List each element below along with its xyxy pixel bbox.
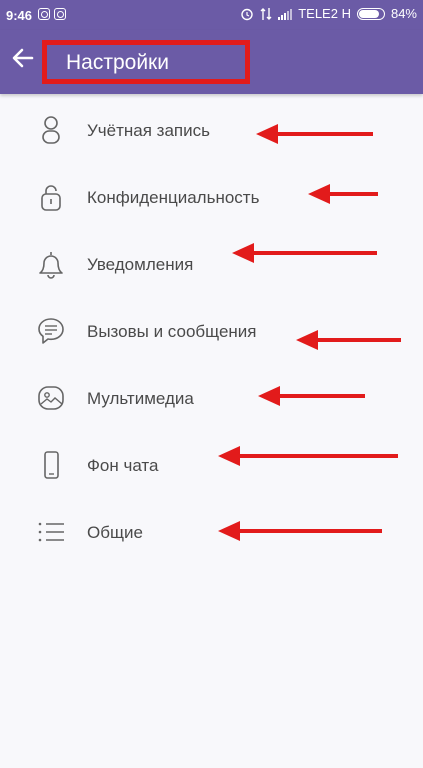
alarm-icon [241, 8, 253, 20]
account-icon [42, 116, 60, 144]
annotation-arrow-icon [218, 446, 398, 466]
arrow-left-icon [12, 48, 34, 68]
media-icon [38, 386, 64, 410]
phone-icon [44, 451, 59, 479]
settings-item-label: Общие [87, 523, 143, 542]
app-bar: Настройки [0, 30, 423, 94]
app-notification-icon [38, 8, 50, 20]
settings-item-label: Конфиденциальность [87, 188, 260, 207]
battery-percent: 84% [390, 6, 417, 21]
carrier-label: TELE2 H [298, 6, 351, 21]
app-notification-icon [54, 8, 66, 20]
settings-item-notifications[interactable]: Уведомления [0, 231, 423, 297]
bell-icon [39, 252, 63, 279]
annotation-arrow-icon [218, 521, 382, 541]
chat-bubble-icon [38, 318, 64, 344]
signal-icon [278, 8, 293, 20]
list-icon [38, 522, 64, 542]
settings-item-label: Вызовы и сообщения [87, 322, 257, 341]
data-arrows-icon [260, 7, 272, 20]
status-time: 9:46 [6, 8, 33, 23]
settings-item-label: Мультимедиа [87, 389, 194, 408]
status-bar: 9:46 TELE2 H 84% [0, 0, 423, 30]
annotation-arrow-icon [232, 243, 377, 263]
annotation-arrow-icon [296, 330, 401, 350]
page-title: Настройки [66, 51, 169, 74]
annotation-arrow-icon [256, 124, 373, 144]
settings-item-label: Уведомления [87, 255, 194, 274]
battery-icon [356, 7, 385, 20]
back-button[interactable] [12, 47, 44, 79]
settings-item-label: Учётная запись [87, 121, 210, 140]
annotation-arrow-icon [258, 386, 365, 406]
settings-item-label: Фон чата [87, 456, 159, 475]
lock-icon [41, 185, 61, 211]
annotation-arrow-icon [308, 184, 378, 204]
